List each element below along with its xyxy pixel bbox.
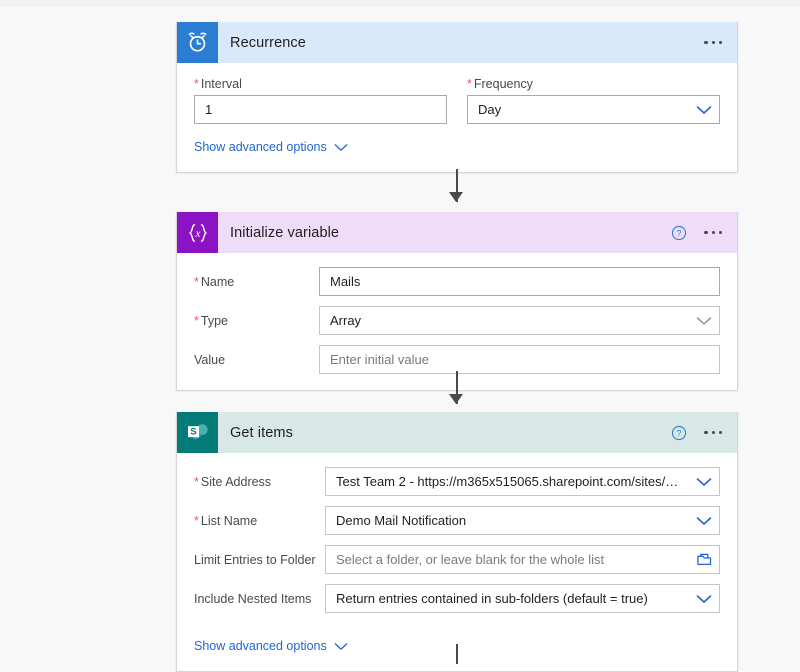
site-address-value: Test Team 2 - https://m365x515065.sharep…	[336, 474, 689, 489]
card-body-get-items: Site Address Test Team 2 - https://m365x…	[177, 453, 737, 671]
canvas-top-strip	[0, 0, 800, 7]
field-site-address: Site Address Test Team 2 - https://m365x…	[194, 467, 720, 496]
field-label-type: Type	[194, 314, 319, 328]
show-advanced-options-label: Show advanced options	[194, 140, 327, 154]
show-advanced-options-get-items[interactable]: Show advanced options	[194, 639, 348, 653]
field-label-interval: Interval	[194, 77, 447, 91]
card-header-actions: ?	[671, 425, 724, 441]
svg-text:?: ?	[677, 228, 682, 238]
limit-entries-to-folder-placeholder: Select a folder, or leave blank for the …	[336, 552, 605, 567]
svg-text:x: x	[194, 226, 201, 239]
card-menu-button[interactable]	[702, 427, 724, 438]
chevron-down-icon[interactable]	[689, 316, 719, 326]
site-address-dropdown[interactable]: Test Team 2 - https://m365x515065.sharep…	[325, 467, 720, 496]
chevron-down-icon[interactable]	[689, 477, 719, 487]
field-label-site-address: Site Address	[194, 475, 325, 489]
flow-card-recurrence[interactable]: Recurrence Interval 1 Frequency Day	[176, 22, 738, 173]
list-name-value: Demo Mail Notification	[336, 513, 467, 528]
chevron-down-icon	[334, 143, 348, 151]
frequency-dropdown[interactable]: Day	[467, 95, 720, 124]
chevron-down-icon[interactable]	[689, 105, 719, 115]
card-body-recurrence: Interval 1 Frequency Day Show ad	[177, 63, 737, 172]
field-frequency: Frequency Day	[467, 77, 720, 124]
connector-arrow-2	[449, 394, 463, 404]
recurrence-fields-row: Interval 1 Frequency Day	[194, 77, 720, 124]
include-nested-items-value: Return entries contained in sub-folders …	[336, 591, 648, 606]
field-label-value: Value	[194, 352, 226, 367]
flow-canvas: Recurrence Interval 1 Frequency Day	[0, 0, 800, 672]
chevron-down-icon[interactable]	[689, 594, 719, 604]
include-nested-items-dropdown[interactable]: Return entries contained in sub-folders …	[325, 584, 720, 613]
sharepoint-icon: S	[177, 412, 218, 453]
variable-type-value: Array	[330, 313, 362, 328]
field-label-name: Name	[194, 275, 319, 289]
variable-initial-value-placeholder: Enter initial value	[330, 352, 429, 367]
variable-initial-value-input[interactable]: Enter initial value	[319, 345, 720, 374]
list-name-dropdown[interactable]: Demo Mail Notification	[325, 506, 720, 535]
alarm-clock-icon	[177, 22, 218, 63]
variable-type-dropdown[interactable]: Array	[319, 306, 720, 335]
card-title: Recurrence	[230, 34, 306, 51]
field-include-nested-items: Include Nested Items Return entries cont…	[194, 584, 720, 613]
field-label-include-nested-items: Include Nested Items	[194, 591, 312, 606]
interval-input-value: 1	[205, 102, 213, 117]
svg-text:?: ?	[677, 428, 682, 438]
svg-text:S: S	[190, 426, 197, 437]
flow-card-initialize-variable[interactable]: x Initialize variable ? Name Mails	[176, 212, 738, 391]
field-variable-type: Type Array	[194, 306, 720, 335]
card-title: Initialize variable	[230, 224, 340, 241]
card-header-get-items[interactable]: S Get items ?	[177, 412, 737, 453]
flow-card-get-items[interactable]: S Get items ? Site Address Test Team 2 -…	[176, 412, 738, 672]
card-header-initialize-variable[interactable]: x Initialize variable ?	[177, 212, 737, 253]
field-variable-name: Name Mails	[194, 267, 720, 296]
variable-name-input[interactable]: Mails	[319, 267, 720, 296]
field-limit-entries-to-folder: Limit Entries to Folder Select a folder,…	[194, 545, 720, 574]
field-label-list-name: List Name	[194, 514, 325, 528]
help-icon[interactable]: ?	[671, 425, 687, 441]
connector-line-3	[456, 644, 458, 664]
card-header-actions: ?	[671, 225, 724, 241]
limit-entries-to-folder-input[interactable]: Select a folder, or leave blank for the …	[325, 545, 720, 574]
card-header-recurrence[interactable]: Recurrence	[177, 22, 737, 63]
card-header-actions	[702, 37, 724, 48]
connector-arrow-1	[449, 192, 463, 202]
field-label-limit-entries-to-folder: Limit Entries to Folder	[194, 552, 316, 567]
folder-picker-icon[interactable]	[689, 552, 719, 567]
chevron-down-icon	[334, 642, 348, 650]
variable-name-value: Mails	[330, 274, 361, 289]
frequency-dropdown-value: Day	[478, 102, 502, 117]
show-advanced-options-label: Show advanced options	[194, 639, 327, 653]
help-icon[interactable]: ?	[671, 225, 687, 241]
field-interval: Interval 1	[194, 77, 447, 124]
card-body-initialize-variable: Name Mails Type Array Value Enter initia…	[177, 253, 737, 390]
card-title: Get items	[230, 424, 293, 441]
show-advanced-options-recurrence[interactable]: Show advanced options	[194, 140, 348, 154]
chevron-down-icon[interactable]	[689, 516, 719, 526]
variable-braces-icon: x	[177, 212, 218, 253]
field-label-frequency: Frequency	[467, 77, 720, 91]
card-menu-button[interactable]	[702, 37, 724, 48]
interval-input[interactable]: 1	[194, 95, 447, 124]
field-list-name: List Name Demo Mail Notification	[194, 506, 720, 535]
field-variable-value: Value Enter initial value	[194, 345, 720, 374]
card-menu-button[interactable]	[702, 227, 724, 238]
